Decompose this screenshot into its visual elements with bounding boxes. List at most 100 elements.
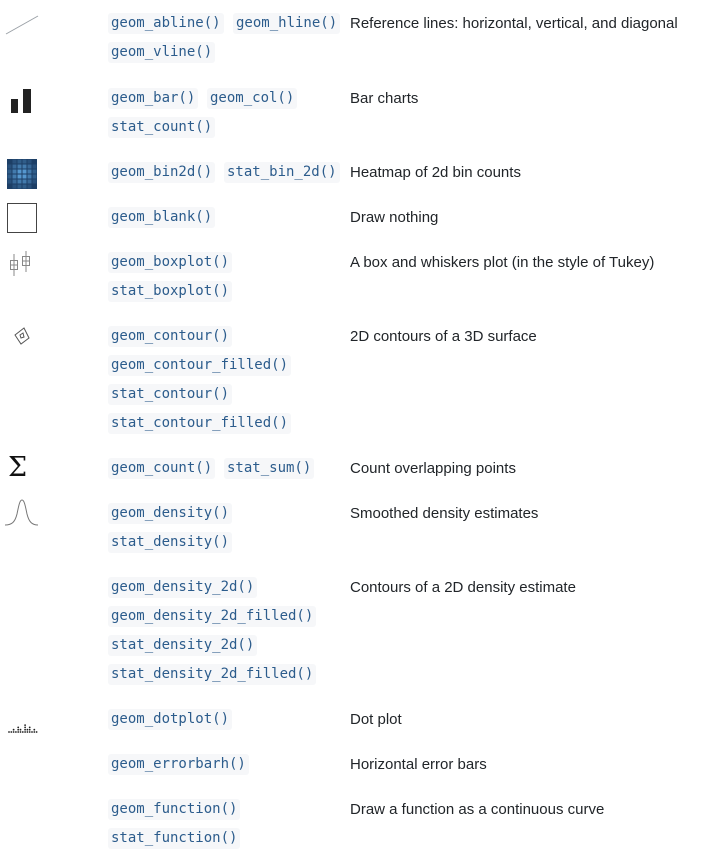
heatmap-cell [32, 169, 37, 174]
heatmap-cell [7, 164, 12, 169]
description: Count overlapping points [350, 460, 516, 477]
heatmap-cell [32, 174, 37, 179]
description: Reference lines: horizontal, vertical, a… [350, 15, 678, 32]
code-link[interactable]: stat_function() [108, 828, 241, 849]
dotplot-dot [35, 731, 38, 733]
heatmap-icon [4, 158, 40, 194]
code-link[interactable]: geom_errorbarh() [108, 754, 249, 775]
code-link[interactable]: stat_bin_2d() [224, 162, 340, 183]
heatmap-cell [17, 169, 22, 174]
code-link[interactable]: stat_density_2d() [108, 635, 258, 656]
description: Draw a function as a continuous curve [350, 801, 605, 818]
dotplot-dot [28, 731, 31, 733]
heatmap-cell [17, 184, 22, 189]
code-link[interactable]: geom_dotplot() [108, 709, 233, 730]
dotplot-dot [12, 728, 15, 731]
dotplot-dot [24, 728, 26, 731]
heatmap-cell [22, 169, 27, 174]
code-link[interactable]: geom_blank() [108, 207, 216, 228]
code-link[interactable]: geom_vline() [108, 42, 216, 63]
dotplot-dot [26, 728, 29, 731]
code-link[interactable]: geom_count() [108, 458, 216, 479]
contour-icon [4, 319, 40, 355]
dotplot-dot [21, 731, 24, 733]
code-link[interactable]: geom_contour() [108, 326, 233, 347]
code-link[interactable]: geom_density() [108, 503, 233, 524]
heatmap-cell [22, 159, 27, 164]
heatmap-cell [22, 179, 27, 184]
dotplot-dot [10, 731, 13, 733]
heatmap-cell [7, 184, 12, 189]
code-link[interactable]: stat_density_2d_filled() [108, 664, 317, 685]
boxplot-icon [4, 248, 40, 284]
description: Contours of a 2D density estimate [350, 579, 576, 596]
code-link[interactable]: geom_function() [108, 799, 241, 820]
code-link[interactable]: geom_col() [207, 88, 298, 109]
heatmap-cell [32, 179, 37, 184]
dotplot-dot [28, 728, 31, 731]
dotplot-dot [15, 731, 17, 733]
heatmap-cell [12, 179, 17, 184]
bar-chart-icon [4, 87, 40, 123]
blank-square-icon [4, 202, 40, 238]
heatmap-cell [27, 179, 32, 184]
heatmap-cell [12, 184, 17, 189]
code-link[interactable]: stat_count() [108, 117, 216, 138]
heatmap-cell [17, 159, 22, 164]
code-link[interactable]: geom_contour_filled() [108, 355, 292, 376]
code-link[interactable]: geom_bar() [108, 88, 199, 109]
heatmap-cell [17, 174, 22, 179]
heatmap-cell [32, 159, 37, 164]
code-link[interactable]: geom_density_2d_filled() [108, 606, 317, 627]
heatmap-cell [27, 159, 32, 164]
description: Draw nothing [350, 209, 439, 226]
code-link[interactable]: geom_boxplot() [108, 252, 233, 273]
code-link[interactable]: stat_contour_filled() [108, 413, 292, 434]
dotplot-dot [17, 728, 20, 731]
density-curve-icon [4, 498, 40, 534]
dotplot-dot [12, 731, 15, 733]
heatmap-cell [22, 174, 27, 179]
heatmap-cell [32, 184, 37, 189]
code-link[interactable]: stat_boxplot() [108, 281, 233, 302]
heatmap-cell [22, 184, 27, 189]
heatmap-cell [27, 164, 32, 169]
description: Smoothed density estimates [350, 505, 539, 522]
dotplot-dot [24, 724, 26, 726]
heatmap-cell [12, 169, 17, 174]
reference-lines-icon [4, 12, 40, 48]
dotplot-dot [28, 726, 31, 729]
dotplot-dot [24, 731, 26, 733]
heatmap-cell [27, 184, 32, 189]
heatmap-cell [27, 169, 32, 174]
description: Heatmap of 2d bin counts [350, 164, 521, 181]
heatmap-cell [12, 159, 17, 164]
code-link[interactable]: geom_bin2d() [108, 162, 216, 183]
dotplot-icon [4, 704, 40, 740]
dotplot-dot [31, 731, 33, 733]
code-link[interactable]: stat_sum() [224, 458, 315, 479]
dotplot-dot [19, 731, 22, 733]
description: 2D contours of a 3D surface [350, 328, 537, 345]
code-link[interactable]: geom_density_2d() [108, 577, 258, 598]
heatmap-cell [17, 179, 22, 184]
heatmap-cell [7, 179, 12, 184]
dotplot-dot [33, 728, 36, 731]
dotplot-dot [33, 731, 36, 733]
code-link[interactable]: geom_abline() [108, 13, 224, 34]
heatmap-cell [22, 164, 27, 169]
dotplot-dot [24, 726, 26, 729]
code-link[interactable]: stat_density() [108, 532, 233, 553]
heatmap-cell [27, 174, 32, 179]
description: Bar charts [350, 90, 419, 107]
heatmap-cell [7, 159, 12, 164]
code-link[interactable]: geom_hline() [233, 13, 341, 34]
heatmap-cell [12, 174, 17, 179]
code-link[interactable]: stat_contour() [108, 384, 233, 405]
description: Horizontal error bars [350, 756, 487, 773]
sigma-symbol: Σ [8, 452, 28, 483]
description: A box and whiskers plot (in the style of… [350, 254, 655, 271]
dotplot-dot [19, 728, 22, 731]
dotplot-dot [17, 726, 20, 729]
heatmap-cell [32, 164, 37, 169]
